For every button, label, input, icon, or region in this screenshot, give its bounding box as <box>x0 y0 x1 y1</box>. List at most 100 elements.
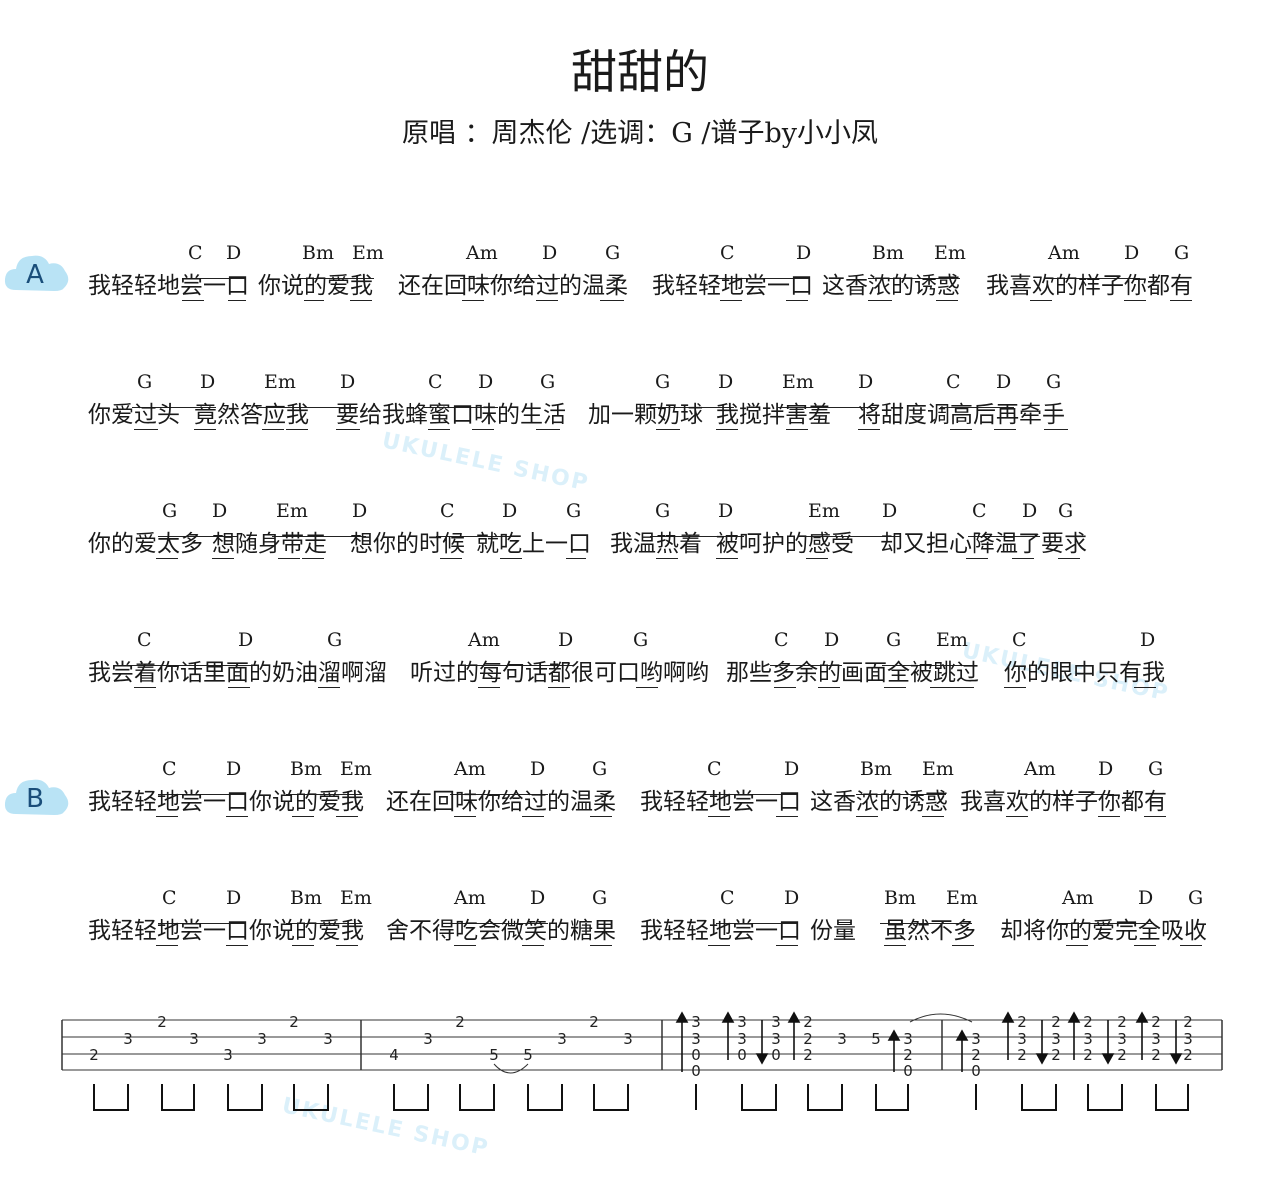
svg-text:3: 3 <box>557 1030 567 1048</box>
svg-text:3: 3 <box>189 1030 199 1048</box>
lyric-phrase: 加一颗奶球 <box>588 402 703 428</box>
chord: Em <box>276 500 308 522</box>
lyric-phrase: 那些多余的画面全被跳过 <box>726 660 979 686</box>
chord: Em <box>782 371 814 393</box>
chord: Am <box>466 242 498 264</box>
chord: D <box>1138 887 1154 909</box>
chord: C <box>162 758 177 780</box>
svg-text:2: 2 <box>1083 1046 1093 1064</box>
svg-text:3: 3 <box>223 1046 233 1064</box>
chord: Em <box>936 629 968 651</box>
chord: D <box>530 758 546 780</box>
svg-text:2: 2 <box>1083 1013 1093 1031</box>
lyric-phrase: 我搅拌害羞 <box>716 402 831 428</box>
score-line: G D Em D C D G G D Em D C D G 你的爱太多 想随身带… <box>0 500 1280 570</box>
chord: Am <box>1048 242 1080 264</box>
chord: G <box>1046 371 1062 393</box>
chord: G <box>592 758 608 780</box>
chord: G <box>137 371 153 393</box>
svg-text:2: 2 <box>803 1046 813 1064</box>
chord: G <box>1058 500 1074 522</box>
chord: D <box>200 371 216 393</box>
chord: Em <box>946 887 978 909</box>
lyric-phrase: 要给我蜂蜜口味的生活 <box>336 402 566 428</box>
chord: G <box>1148 758 1164 780</box>
chord: G <box>655 500 671 522</box>
svg-text:2: 2 <box>803 1013 813 1031</box>
lyric-phrase: 我喜欢的样子你都有 <box>986 273 1193 299</box>
lyric-phrase: 听过的每句话都很可口哟啊哟 <box>410 660 709 686</box>
svg-text:2: 2 <box>1017 1013 1027 1031</box>
chord: C <box>972 500 987 522</box>
chord: Am <box>468 629 500 651</box>
lyric-phrase: 就吃上一口 <box>476 531 591 557</box>
svg-text:2: 2 <box>1183 1046 1193 1064</box>
lyric-phrase: 我轻轻地尝一口你说的爱我 <box>88 918 364 944</box>
lyric-phrase: 我轻轻地尝一口 <box>652 273 813 299</box>
chord: D <box>784 887 800 909</box>
chord: Em <box>934 242 966 264</box>
chord: Bm <box>860 758 892 780</box>
lyric-phrase: 却又担心降温了要求 <box>880 531 1087 557</box>
svg-text:2: 2 <box>157 1013 167 1031</box>
lyric-phrase: 虽然不多 <box>884 918 976 944</box>
chord: Bm <box>884 887 916 909</box>
chord: G <box>633 629 649 651</box>
lyric-phrase: 我轻轻地尝一口 <box>640 789 801 815</box>
svg-text:2: 2 <box>1117 1013 1127 1031</box>
chord: C <box>707 758 722 780</box>
svg-text:3: 3 <box>837 1030 847 1048</box>
svg-text:3: 3 <box>691 1013 701 1031</box>
lyric-phrase: 想随身带走 <box>212 531 327 557</box>
chord: C <box>720 887 735 909</box>
chord: G <box>1174 242 1190 264</box>
svg-text:2: 2 <box>1117 1046 1127 1064</box>
chord: D <box>796 242 812 264</box>
chord: Em <box>340 758 372 780</box>
chord: D <box>824 629 840 651</box>
lyric-phrase: 我喜欢的样子你都有 <box>960 789 1167 815</box>
score-line: C D G Am D G C D G Em C D 我尝着你话里面的奶油溜啊溜 … <box>0 629 1280 699</box>
chord: D <box>718 500 734 522</box>
chord: Em <box>340 887 372 909</box>
chord: D <box>502 500 518 522</box>
chord: D <box>858 371 874 393</box>
ukulele-tab: 2 3 2 3 3 3 2 3 4 3 2 5 5 3 2 3 3 3 0 0 … <box>61 1011 1223 1111</box>
svg-text:2: 2 <box>1151 1046 1161 1064</box>
chord: C <box>774 629 789 651</box>
svg-text:3: 3 <box>323 1030 333 1048</box>
chord: C <box>440 500 455 522</box>
svg-text:5: 5 <box>523 1046 533 1064</box>
lyric-phrase: 将甜度调高后再牵手 <box>858 402 1065 428</box>
chord: D <box>340 371 356 393</box>
chord: D <box>882 500 898 522</box>
lyric-phrase: 舍不得吃会微笑的糖果 <box>386 918 616 944</box>
chord: D <box>784 758 800 780</box>
chord: Em <box>264 371 296 393</box>
chord: G <box>655 371 671 393</box>
chord: C <box>162 887 177 909</box>
chord: G <box>605 242 621 264</box>
score-line: C D Bm Em Am D G C D Bm Em Am D G 我轻轻地尝一… <box>0 242 1280 312</box>
chord: Em <box>808 500 840 522</box>
chord: G <box>327 629 343 651</box>
chord: Bm <box>872 242 904 264</box>
lyric-phrase: 我轻轻地尝一口你说的爱我 <box>88 789 364 815</box>
lyric-phrase: 我尝着你话里面的奶油溜啊溜 <box>88 660 387 686</box>
chord: G <box>1188 887 1204 909</box>
chord: G <box>566 500 582 522</box>
chord: C <box>1012 629 1027 651</box>
chord: D <box>558 629 574 651</box>
chord: Am <box>1024 758 1056 780</box>
chord: G <box>540 371 556 393</box>
chord: Bm <box>290 887 322 909</box>
chord: D <box>352 500 368 522</box>
chord: Bm <box>290 758 322 780</box>
chord: D <box>542 242 558 264</box>
lyric-phrase: 还在回味你给过的温柔 <box>386 789 616 815</box>
lyric-phrase: 份量 <box>810 918 856 944</box>
svg-text:3: 3 <box>771 1013 781 1031</box>
svg-text:3: 3 <box>423 1030 433 1048</box>
chord: Am <box>454 758 486 780</box>
lyric-phrase: 我轻轻地尝一口 <box>640 918 801 944</box>
